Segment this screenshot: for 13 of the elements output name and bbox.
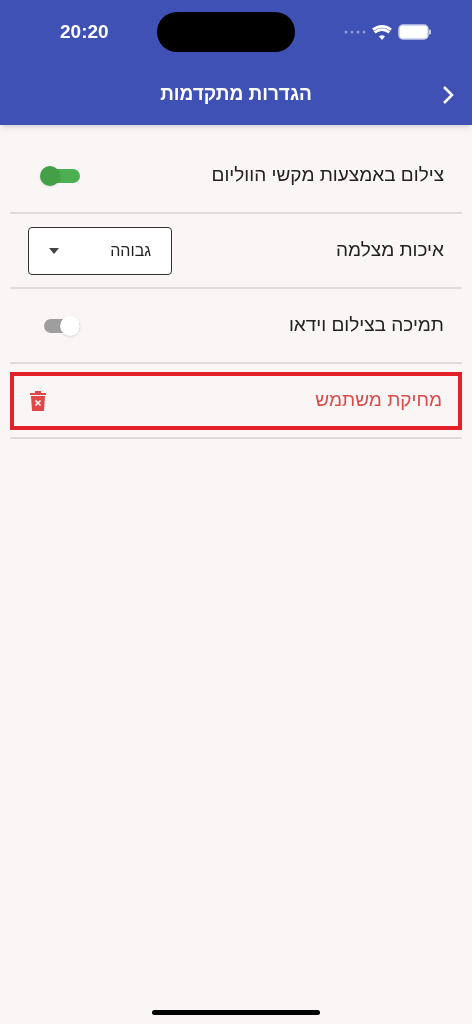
trash-icon [30,390,46,411]
back-chevron-icon[interactable] [442,84,454,105]
setting-label: איכות מצלמה [336,238,444,263]
page-title: הגדרות מתקדמות [160,82,312,107]
battery-icon [398,24,432,40]
status-time: 20:20 [60,19,109,44]
wifi-icon [372,24,392,40]
delete-user-button[interactable]: מחיקת משתמש [10,371,462,430]
signal-icon [344,30,366,34]
quality-dropdown[interactable]: גבוהה [28,226,172,275]
dropdown-caret-icon [49,247,59,254]
setting-label: תמיכה בצילום וידאו [288,313,444,338]
setting-label: צילום באמצעות מקשי הווליום [211,163,444,188]
